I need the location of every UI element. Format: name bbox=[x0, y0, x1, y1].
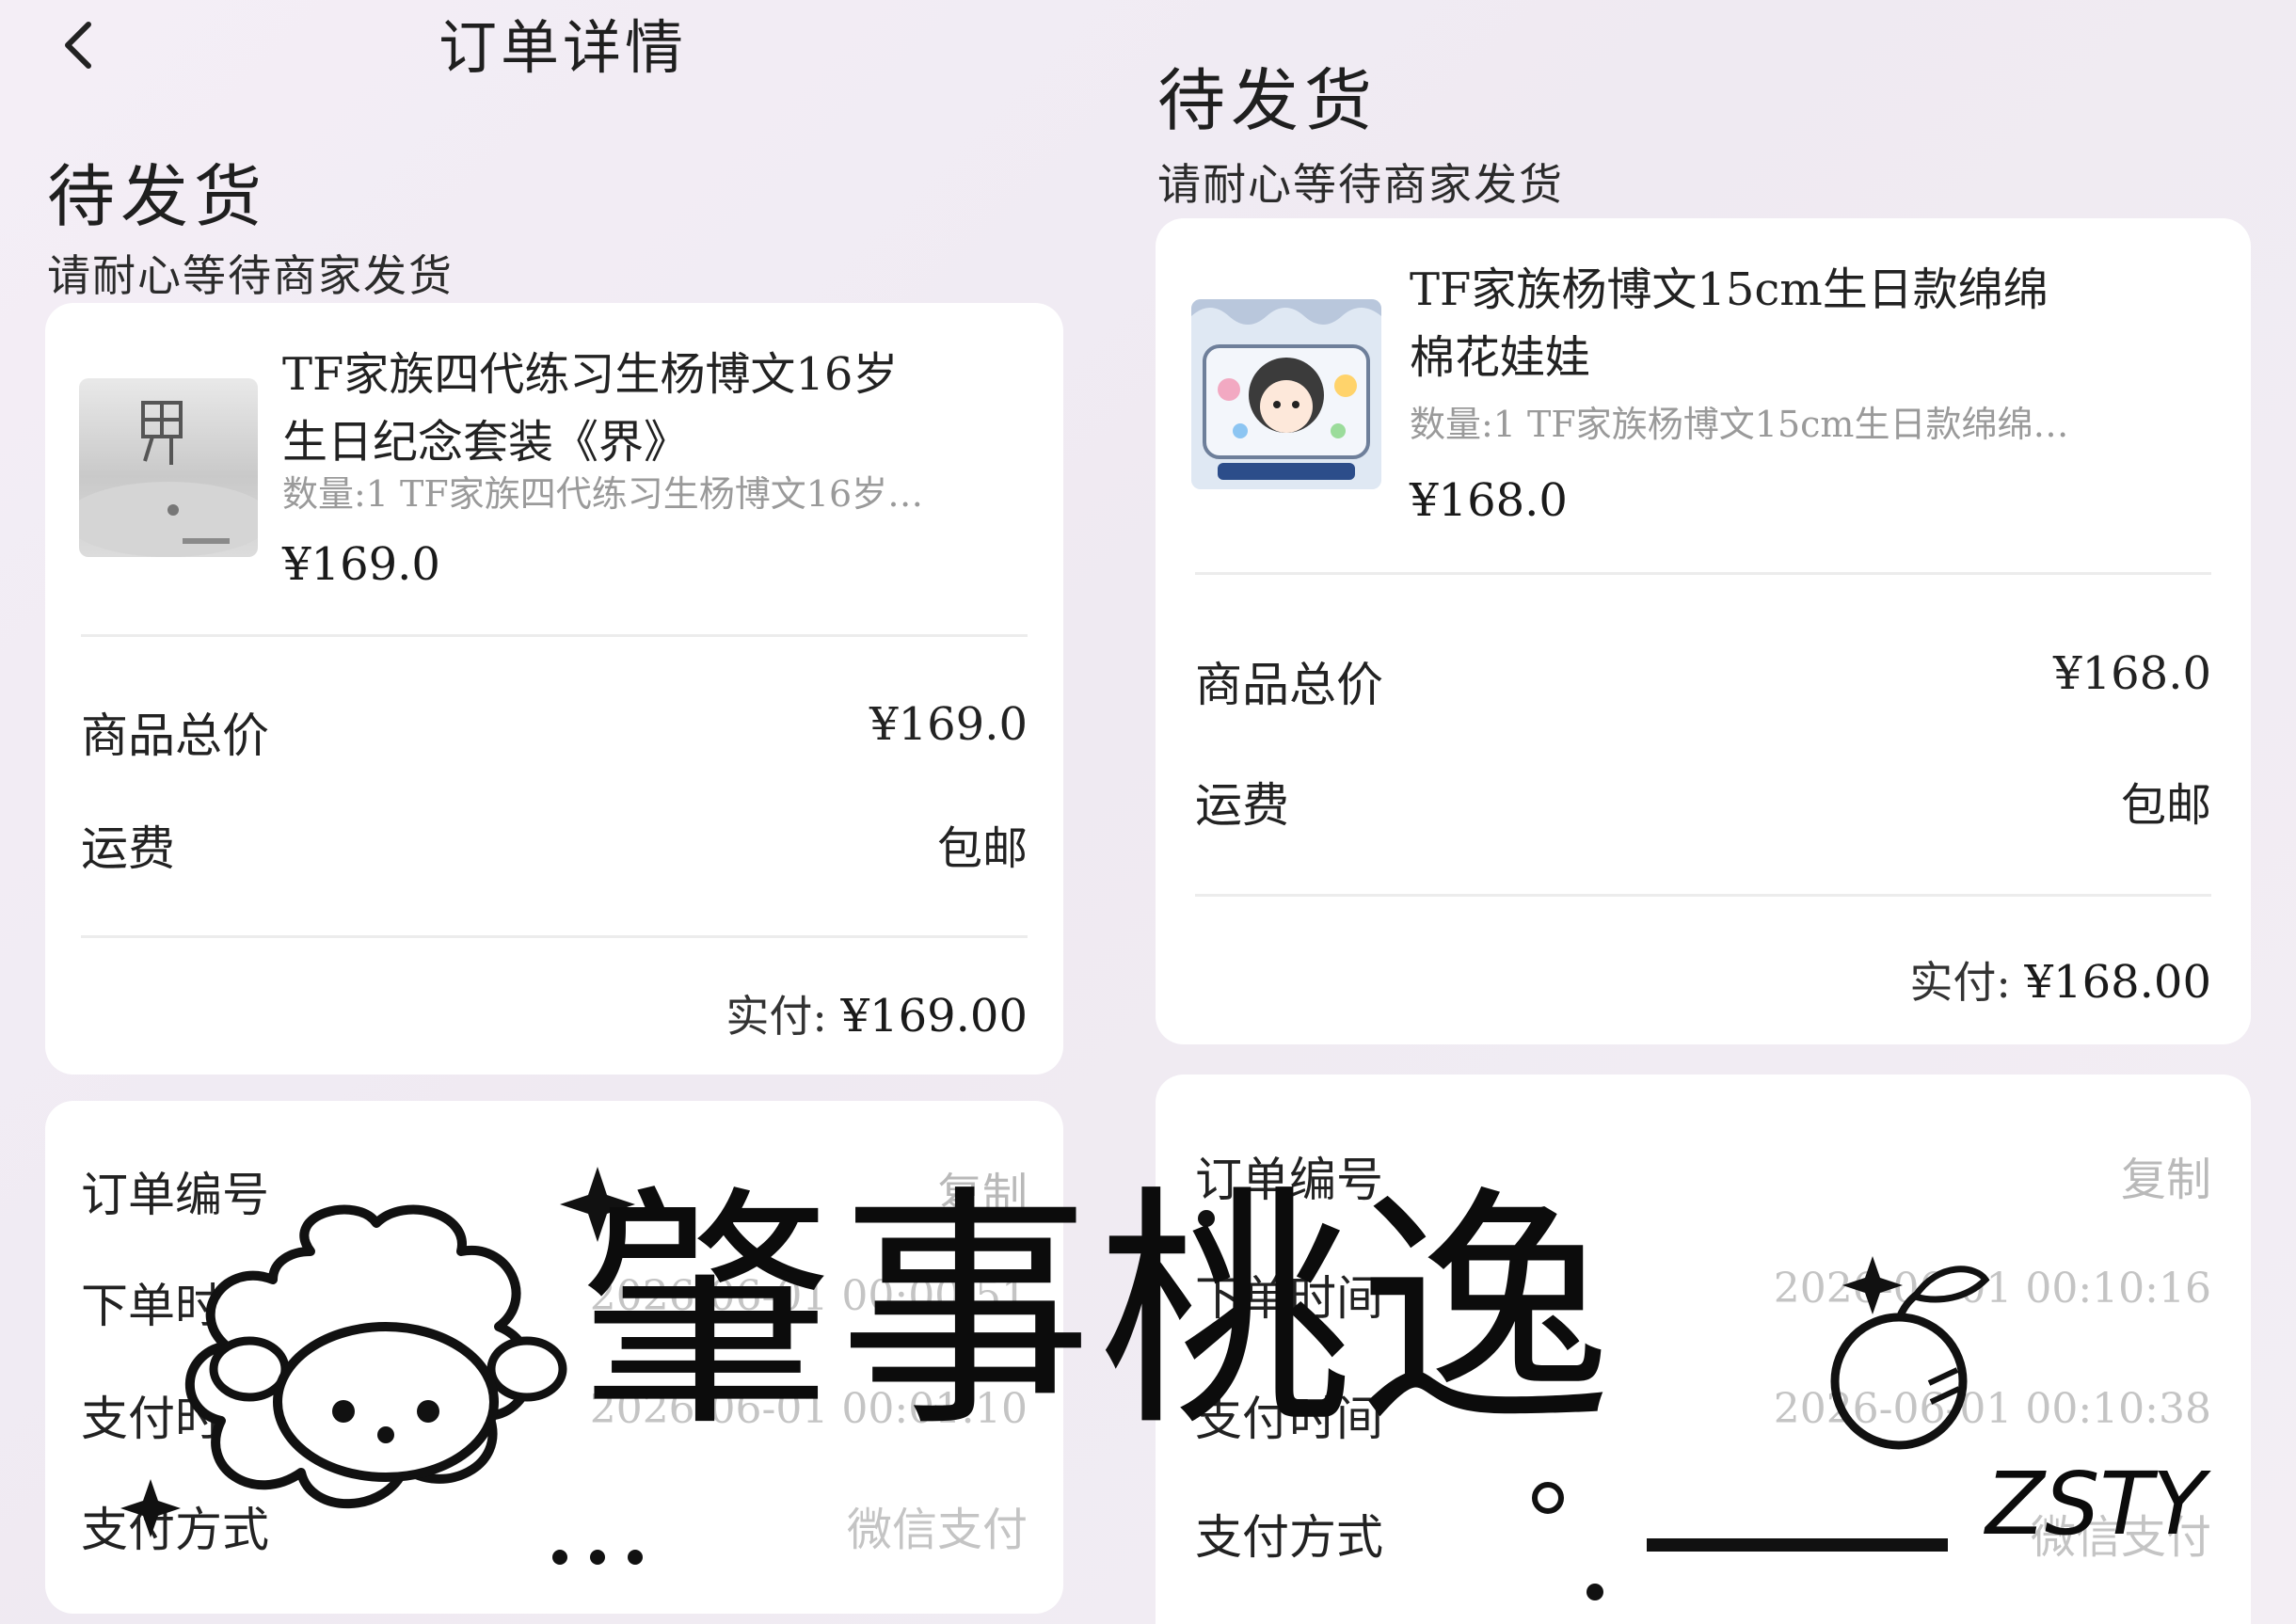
product-spec: 数量:1 TF家族四代练习生杨博文16岁… bbox=[282, 473, 924, 515]
copy-button[interactable]: 复制 bbox=[937, 1157, 1028, 1223]
shipping-value: 包邮 bbox=[936, 822, 1028, 875]
pay-time-value: 2026-06-01 00:01:10 bbox=[589, 1385, 1028, 1433]
shipping-label: 运费 bbox=[1195, 778, 1289, 833]
product-title-line2: 棉花娃娃 bbox=[1410, 331, 1591, 384]
status-subtitle: 请耐心等待商家发货 bbox=[1157, 159, 1564, 210]
shipping-label: 运费 bbox=[81, 821, 175, 876]
pay-method-label: 支付方式 bbox=[1195, 1510, 1383, 1565]
status-title: 待发货 bbox=[47, 157, 268, 236]
copy-button[interactable]: 复制 bbox=[2121, 1142, 2211, 1208]
paid-value: ¥169.00 bbox=[840, 990, 1028, 1043]
pay-method-label: 支付方式 bbox=[81, 1503, 269, 1557]
pay-time-value: 2026-06-01 00:10:38 bbox=[1773, 1385, 2211, 1433]
left-order-screen: 订单详情 待发货 请耐心等待商家发货 TF家族四代练习生杨博文16岁 生日纪念套… bbox=[0, 0, 1108, 1624]
product-title[interactable]: TF家族四代练习生杨博文16岁 生日纪念套装《界》 bbox=[282, 341, 1035, 476]
order-number-label: 订单编号 bbox=[81, 1168, 269, 1222]
paid-amount: 实付: ¥168.00 bbox=[1909, 948, 2211, 1011]
right-order-screen: 待发货 请耐心等待商家发货 TF家族杨博文15cm生日款绵绵 棉花娃娃 数量:1… bbox=[1108, 0, 2296, 1624]
pay-time-label: 支付时间 bbox=[81, 1392, 269, 1446]
order-info-card: 订单编号 复制 下单时间 2026-06-01 00:00:51 支付时间 20… bbox=[45, 1101, 1063, 1614]
order-info-card: 订单编号 复制 下单时间 2026-06-01 00:10:16 支付时间 20… bbox=[1156, 1075, 2251, 1624]
total-price-label: 商品总价 bbox=[1195, 658, 1383, 712]
divider bbox=[81, 935, 1028, 938]
divider bbox=[1195, 894, 2211, 897]
product-title-line1: TF家族四代练习生杨博文16岁 bbox=[282, 348, 899, 401]
page-title: 订单详情 bbox=[438, 13, 688, 82]
product-price: ¥169.0 bbox=[282, 538, 440, 591]
plush-doll-image-icon bbox=[1191, 299, 1381, 489]
paid-value: ¥168.00 bbox=[2024, 956, 2212, 1009]
order-summary-card: TF家族杨博文15cm生日款绵绵 棉花娃娃 数量:1 TF家族杨博文15cm生日… bbox=[1156, 218, 2251, 1044]
status-subtitle: 请耐心等待商家发货 bbox=[47, 250, 454, 301]
paid-label: 实付: bbox=[1909, 957, 2011, 1008]
product-thumbnail[interactable] bbox=[1191, 299, 1381, 489]
pay-time-label: 支付时间 bbox=[1195, 1392, 1383, 1446]
product-spec: 数量:1 TF家族杨博文15cm生日款绵绵… bbox=[1410, 404, 2069, 445]
product-thumbnail[interactable] bbox=[79, 378, 258, 557]
total-price-value: ¥169.0 bbox=[869, 698, 1028, 751]
order-time-label: 下单时间 bbox=[1195, 1271, 1383, 1326]
back-arrow-icon[interactable] bbox=[47, 11, 113, 77]
order-summary-card: TF家族四代练习生杨博文16岁 生日纪念套装《界》 数量:1 TF家族四代练习生… bbox=[45, 303, 1063, 1075]
product-price: ¥168.0 bbox=[1410, 474, 1568, 527]
total-price-label: 商品总价 bbox=[81, 709, 269, 763]
pay-method-value: 微信支付 bbox=[846, 1504, 1028, 1556]
divider bbox=[1195, 572, 2211, 575]
order-number-label: 订单编号 bbox=[1195, 1153, 1383, 1207]
order-time-label: 下单时间 bbox=[81, 1279, 269, 1333]
product-title[interactable]: TF家族杨博文15cm生日款绵绵 棉花娃娃 bbox=[1410, 256, 2238, 391]
paid-amount: 实付: ¥169.00 bbox=[725, 982, 1028, 1044]
status-title: 待发货 bbox=[1157, 61, 1379, 140]
product-image-icon bbox=[79, 401, 258, 557]
product-title-line1: TF家族杨博文15cm生日款绵绵 bbox=[1410, 263, 2049, 316]
divider bbox=[81, 634, 1028, 637]
total-price-value: ¥168.0 bbox=[2053, 647, 2211, 700]
order-time-value: 2026-06-01 00:10:16 bbox=[1773, 1265, 2211, 1313]
paid-label: 实付: bbox=[725, 991, 827, 1042]
pay-method-value: 微信支付 bbox=[2030, 1511, 2211, 1564]
order-time-value: 2026-06-01 00:00:51 bbox=[589, 1272, 1028, 1320]
shipping-value: 包邮 bbox=[2120, 779, 2211, 832]
